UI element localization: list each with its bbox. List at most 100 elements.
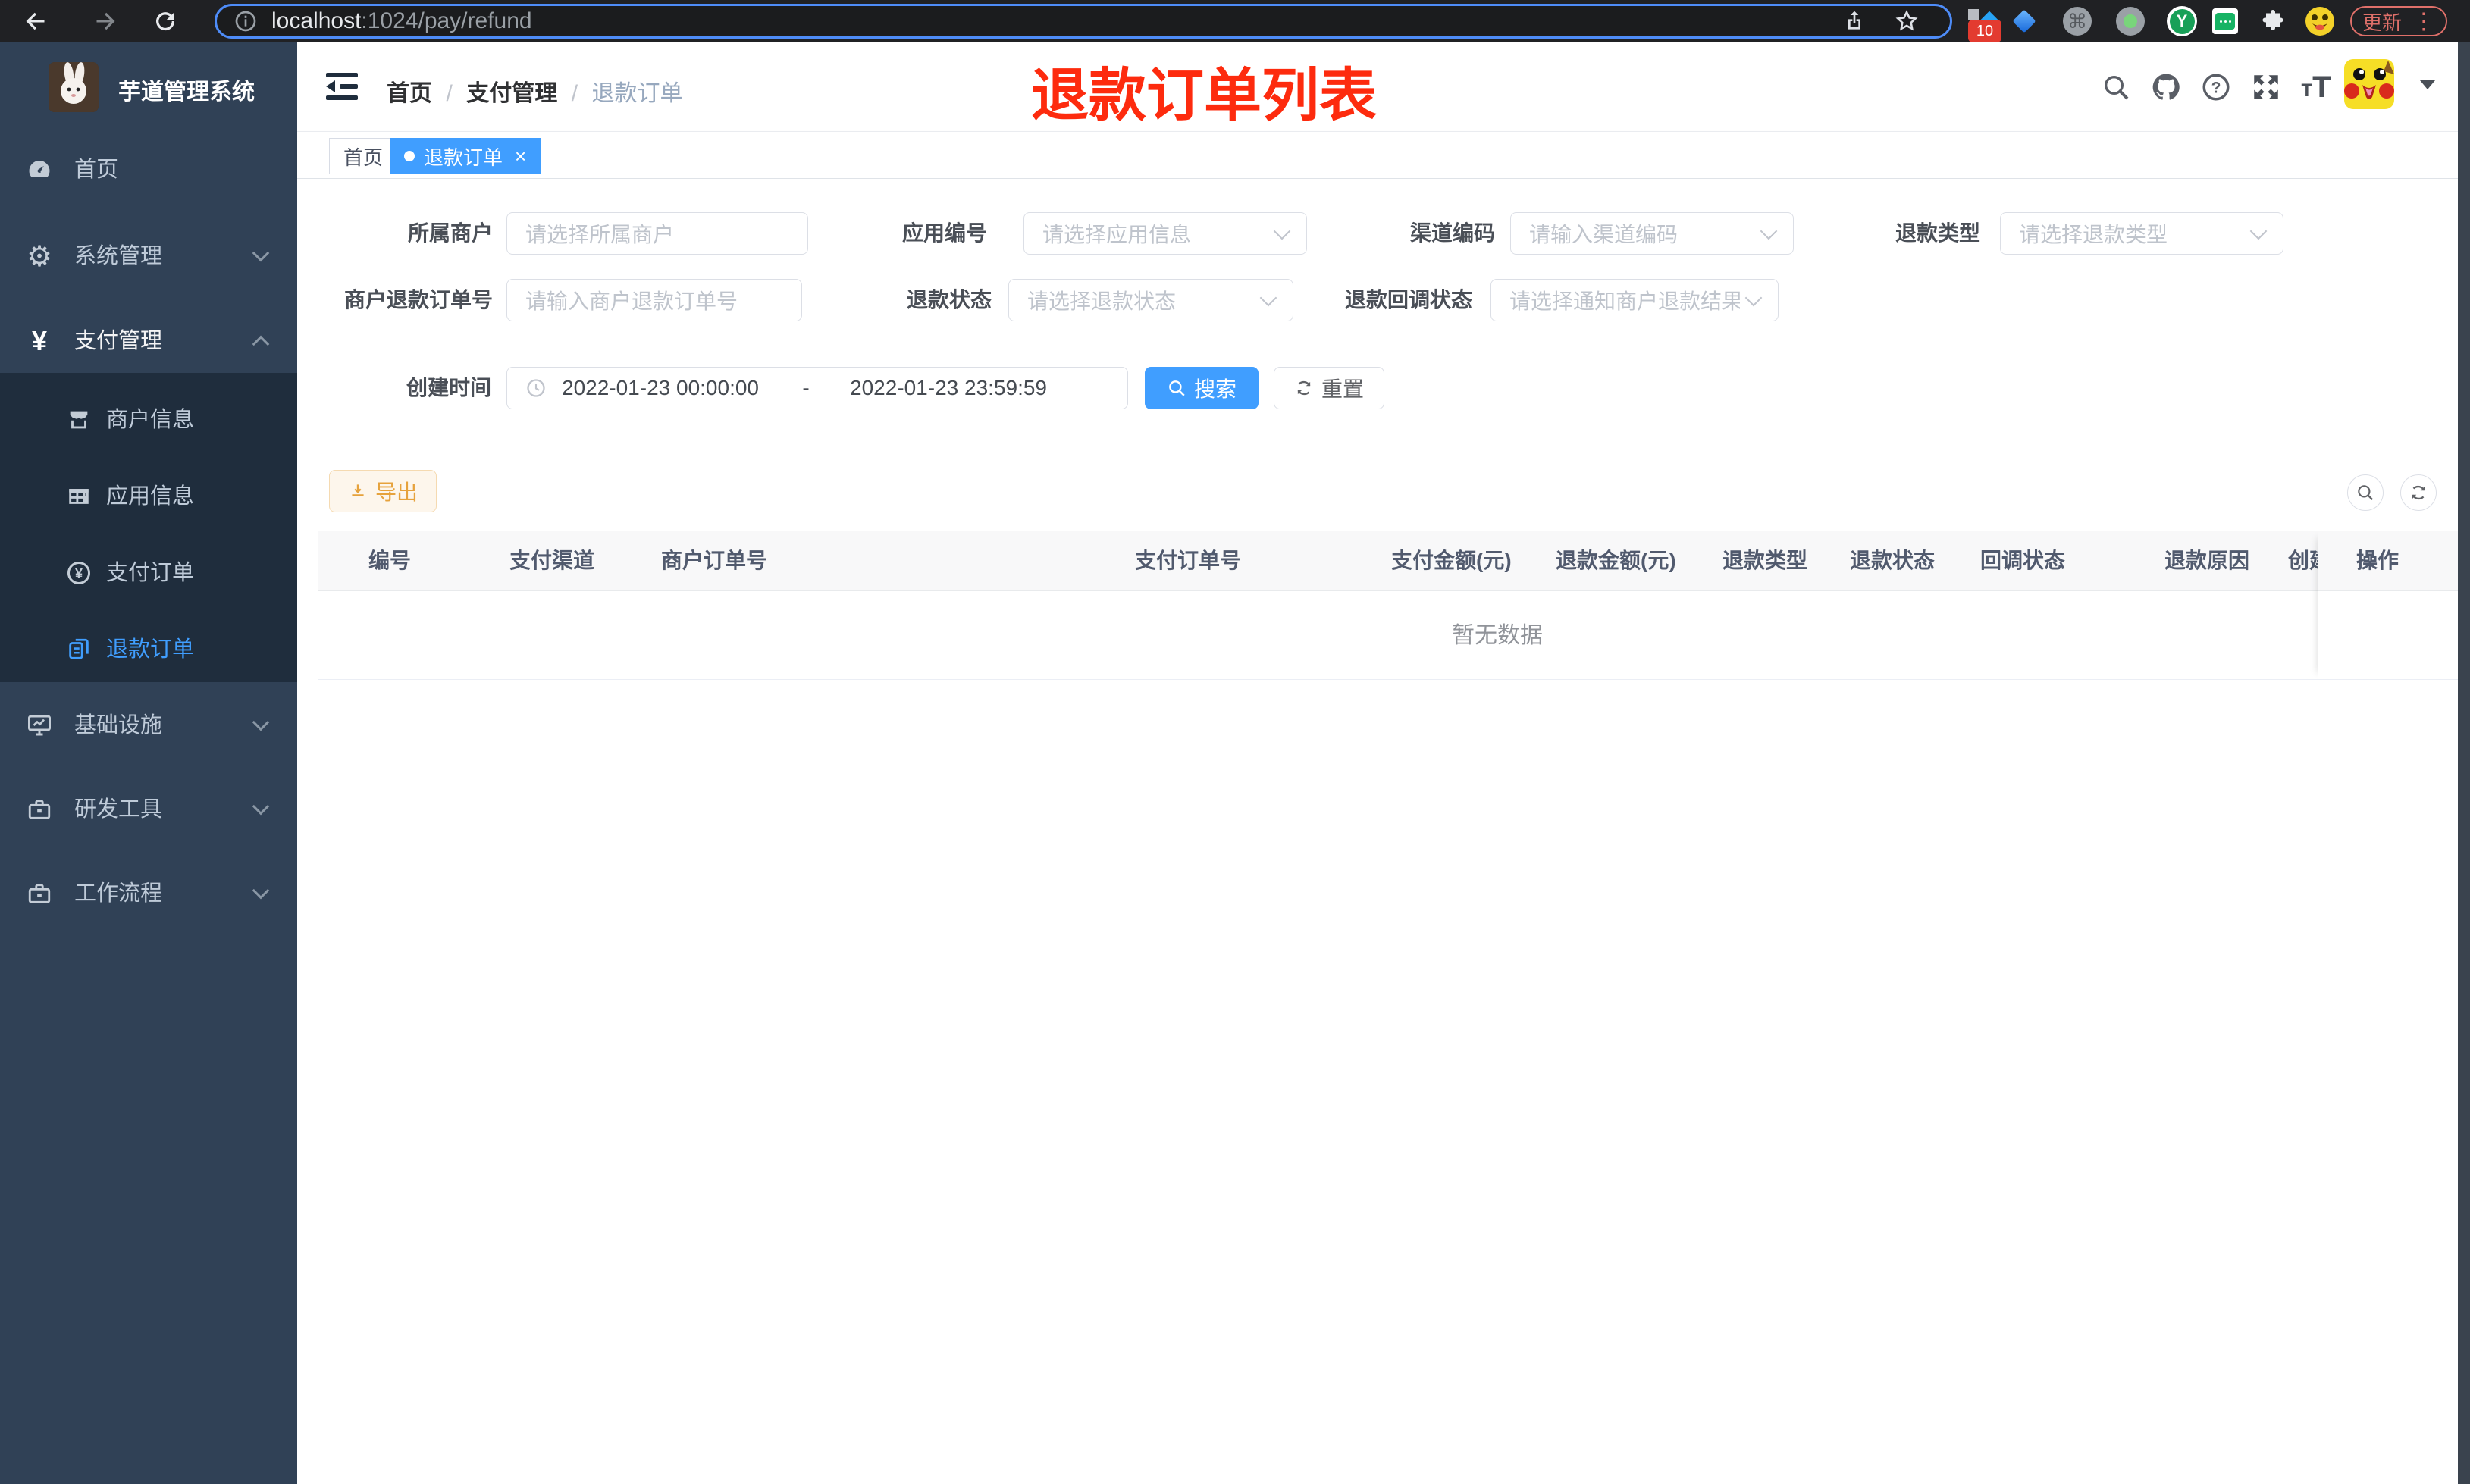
browser-toolbar: localhost:1024/pay/refund 10 ⌘ Y 更新 ⋮ [0,0,2470,42]
table-fixed-column: 操作 [2318,531,2437,680]
browser-back-icon[interactable] [14,0,59,42]
sidebar-item-refund-order[interactable]: 退款订单 [0,628,297,671]
search-button[interactable]: 搜索 [1145,367,1259,409]
caret-down-icon[interactable] [2420,80,2435,89]
url-host: localhost [271,8,362,33]
filter-label-app: 应用编号 [901,221,987,245]
sidebar-item-label: 研发工具 [74,797,163,822]
filter-label-merchant: 所属商户 [407,221,493,245]
sidebar-item-pay[interactable]: ¥ 支付管理 [0,320,297,362]
refresh-icon[interactable] [2400,474,2437,511]
channel-select[interactable]: 请输入渠道编码 [1510,212,1794,255]
toggle-search-icon[interactable] [2347,474,2384,511]
sidebar-item-pay-order[interactable]: ¥ 支付订单 [0,552,297,594]
svg-text:¥: ¥ [75,566,83,581]
site-info-icon[interactable] [234,9,258,33]
filter-label-merchant-refund-no: 商户退款订单号 [343,288,493,312]
filter-label-refund-status: 退款状态 [906,288,992,312]
scrollbar-track[interactable] [2458,42,2470,1484]
browser-menu-icon[interactable]: ⋮ [2412,8,2435,35]
extensions-puzzle-icon[interactable] [2256,0,2290,42]
export-button[interactable]: 导出 [329,470,437,512]
chevron-down-icon [252,797,270,816]
filter-label-create-time: 创建时间 [406,376,491,399]
profile-emoji-icon[interactable] [2303,0,2337,42]
bookmark-star-icon[interactable] [1894,8,1920,34]
sidebar-item-merchant-info[interactable]: 商户信息 [0,399,297,441]
reset-button-label: 重置 [1321,377,1364,401]
breadcrumb-item-home[interactable]: 首页 [387,81,432,106]
search-icon[interactable] [2089,61,2142,114]
sidebar-item-devtools[interactable]: 研发工具 [0,788,297,831]
chevron-down-icon [2249,222,2268,240]
col-refund-status: 退款状态 [1850,549,1936,572]
tag-close-icon[interactable]: × [515,145,526,168]
extension-command-icon[interactable]: ⌘ [2061,0,2094,42]
app-header: 首页 / 支付管理 / 退款订单 ? TT [297,42,2458,132]
sidebar-collapse-icon[interactable] [324,70,359,103]
sidebar-item-label: 应用信息 [106,484,195,509]
sidebar-item-workflow[interactable]: 工作流程 [0,872,297,915]
date-range-picker[interactable]: 2022-01-23 00:00:00 - 2022-01-23 23:59:5… [506,367,1128,409]
sidebar-item-app-info[interactable]: 应用信息 [0,475,297,518]
app-select[interactable]: 请选择应用信息 [1023,212,1307,255]
sidebar-item-system[interactable]: ⚙ 系统管理 [0,235,297,277]
browser-reload-icon[interactable] [143,0,188,42]
dashboard-icon [24,155,55,185]
avatar[interactable] [2344,59,2394,109]
extension-y-icon[interactable]: Y [2165,0,2199,42]
reset-button[interactable]: 重置 [1274,367,1384,409]
placeholder: 请选择退款类型 [2019,223,2168,246]
date-end-value: 2022-01-23 23:59:59 [850,376,1047,399]
main-content: 所属商户 请选择所属商户 应用编号 请选择应用信息 渠道编码 请输入渠道编码 退… [297,179,2458,1484]
extension-kite-icon[interactable] [2008,0,2041,42]
extension-chat-icon[interactable] [2208,0,2242,42]
placeholder: 请输入商户退款订单号 [525,290,738,313]
filter-label-callback-status: 退款回调状态 [1344,288,1472,312]
table-icon [64,481,94,512]
sidebar-item-label: 系统管理 [74,244,163,268]
github-icon[interactable] [2139,61,2193,114]
yen-icon: ¥ [31,325,48,356]
col-refund-reason: 退款原因 [2164,549,2250,572]
filter-label-channel: 渠道编码 [1409,221,1495,245]
sidebar-item-label: 工作流程 [74,881,163,906]
sidebar-item-home[interactable]: 首页 [0,149,297,191]
tag-label: 退款订单 [424,146,503,169]
sidebar-item-label: 支付订单 [106,561,195,585]
fixed-column-empty-cell [2318,591,2437,680]
fullscreen-icon[interactable] [2240,61,2293,114]
sidebar-item-infra[interactable]: 基础设施 [0,704,297,747]
filter-label-refund-type: 退款类型 [1895,221,1980,245]
breadcrumb: 首页 / 支付管理 / 退款订单 [387,74,683,108]
share-icon[interactable] [1842,9,1867,33]
svg-text:?: ? [2211,80,2221,97]
url-path: :1024/pay/refund [361,8,532,33]
breadcrumb-item-pay[interactable]: 支付管理 [466,81,557,106]
breadcrumb-item-refund: 退款订单 [591,81,683,106]
tag-home[interactable]: 首页 [329,138,398,174]
chevron-down-icon [252,713,270,731]
col-refund-amount: 退款金额(元) [1556,549,1676,572]
sidebar-item-label: 支付管理 [74,329,163,353]
help-icon[interactable]: ? [2189,61,2243,114]
col-callback-status: 回调状态 [1980,549,2066,572]
callback-status-select[interactable]: 请选择通知商户退款结果的 [1490,279,1779,321]
tag-refund-order[interactable]: 退款订单 × [390,138,541,174]
font-size-icon[interactable]: TT [2290,61,2343,114]
col-actions: 操作 [2318,531,2437,591]
sidebar-item-label: 退款订单 [106,637,195,662]
sidebar-item-label: 商户信息 [106,408,195,432]
browser-forward-icon[interactable] [82,0,127,42]
app-logo [49,62,99,112]
url-bar[interactable]: localhost:1024/pay/refund [215,4,1952,39]
sidebar: 芋道管理系统 首页 ⚙ 系统管理 ¥ 支付管理 商户信息 应用信息 ¥ 支付订单… [0,42,297,1484]
gear-icon: ⚙ [26,240,53,273]
sidebar-item-label: 首页 [74,158,119,182]
update-label: 更新 [2362,11,2402,34]
placeholder: 请选择所属商户 [525,223,675,246]
merchant-refund-no-input[interactable]: 请输入商户退款订单号 [506,279,802,321]
refund-type-select[interactable]: 请选择退款类型 [2000,212,2283,255]
extension-record-icon[interactable] [2114,0,2147,42]
browser-update-button[interactable]: 更新 ⋮ [2350,6,2447,36]
